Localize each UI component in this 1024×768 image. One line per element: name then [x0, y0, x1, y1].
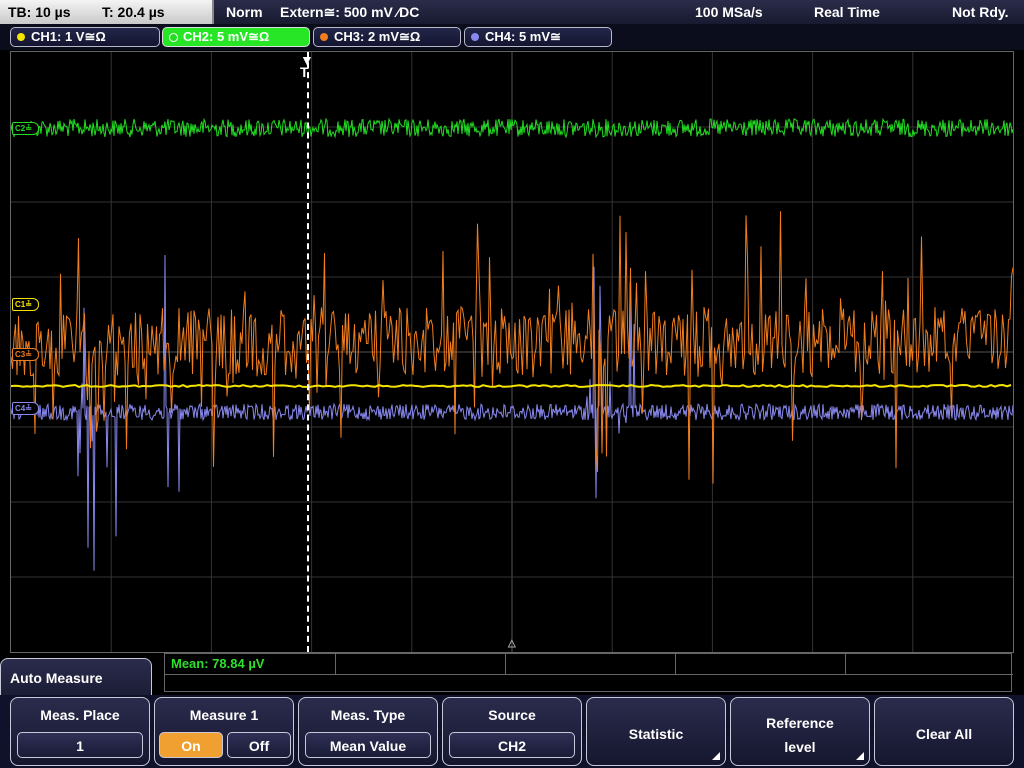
timebase-box[interactable]: TB: 10 µs T: 20.4 µs [0, 0, 214, 24]
trigger-time-label: T: 20.4 µs [102, 4, 165, 20]
meas-place-label: Meas. Place [40, 707, 120, 723]
result-cell [335, 654, 506, 674]
meas-place-softkey[interactable]: Meas. Place 1 [10, 697, 150, 766]
trigger-mode[interactable]: Norm [226, 4, 263, 20]
submenu-corner-icon [856, 752, 864, 760]
channel-tab-ch2[interactable]: CH2: 5 mV≅Ω [162, 27, 310, 47]
source-value[interactable]: CH2 [449, 732, 575, 758]
trigger-cursor[interactable] [307, 52, 309, 652]
ch2-offset-marker[interactable]: C2≟ [12, 122, 39, 135]
clear-all-softkey[interactable]: Clear All [874, 697, 1014, 766]
waveform-ch1 [11, 383, 1012, 388]
meas-type-value[interactable]: Mean Value [305, 732, 431, 758]
reference-level-softkey[interactable]: Reference level [730, 697, 870, 766]
softkey-bar: Meas. Place 1 Measure 1 On Off Meas. Typ… [0, 695, 1024, 768]
meas-type-softkey[interactable]: Meas. Type Mean Value [298, 697, 438, 766]
center-marker-icon: △ [508, 638, 516, 649]
acquisition-mode: Real Time [814, 4, 880, 20]
submenu-corner-icon [712, 752, 720, 760]
ch1-offset-marker[interactable]: C1≟ [12, 298, 39, 311]
graticule [11, 52, 1013, 652]
channel-label: CH1: 1 V≅Ω [31, 29, 106, 44]
channel-bar: CH1: 1 V≅Ω CH2: 5 mV≅Ω CH3: 2 mV≅Ω CH4: … [0, 24, 1024, 50]
statistic-softkey[interactable]: Statistic [586, 697, 726, 766]
trigger-marker-icon[interactable]: ▼ T [300, 53, 314, 79]
source-label: Source [488, 707, 536, 723]
measure1-softkey[interactable]: Measure 1 On Off [154, 697, 294, 766]
trigger-source[interactable]: Extern≅: 500 mV ⁄DC [280, 4, 419, 21]
sample-rate: 100 MSa/s [695, 4, 763, 20]
result-divider [165, 674, 1013, 675]
result-cell [675, 654, 846, 674]
measure-on-button[interactable]: On [159, 732, 223, 758]
statistic-label: Statistic [628, 726, 684, 742]
channel-tab-ch1[interactable]: CH1: 1 V≅Ω [10, 27, 160, 47]
channel-dot-icon [471, 33, 479, 41]
measure-off-button[interactable]: Off [227, 732, 291, 758]
meas-type-label: Meas. Type [330, 707, 406, 723]
status-bar: TB: 10 µs T: 20.4 µs Norm Extern≅: 500 m… [0, 0, 1024, 24]
level-label: level [784, 739, 816, 755]
result-cell [505, 654, 676, 674]
channel-tab-ch3[interactable]: CH3: 2 mV≅Ω [313, 27, 461, 47]
meas-place-value[interactable]: 1 [17, 732, 143, 758]
source-softkey[interactable]: Source CH2 [442, 697, 582, 766]
channel-dot-icon [320, 33, 328, 41]
measure1-label: Measure 1 [189, 707, 259, 723]
reference-label: Reference [766, 715, 834, 731]
measurement-results: Mean: 78.84 µV [164, 653, 1013, 692]
channel-label: CH4: 5 mV≅ [485, 29, 561, 44]
timebase-label: TB: 10 µs [8, 4, 71, 20]
waveform-canvas [11, 52, 1013, 652]
ch4-offset-marker[interactable]: C4≟ [12, 402, 39, 415]
mean-readout: Mean: 78.84 µV [171, 656, 265, 671]
acquisition-status: Not Rdy. [952, 4, 1009, 20]
channel-dot-icon [169, 33, 178, 42]
channel-label: CH3: 2 mV≅Ω [334, 29, 421, 44]
clear-all-label: Clear All [915, 726, 973, 742]
channel-tab-ch4[interactable]: CH4: 5 mV≅ [464, 27, 612, 47]
channel-dot-icon [17, 33, 25, 41]
ch3-offset-marker[interactable]: C3≟ [12, 348, 39, 361]
auto-measure-tab[interactable]: Auto Measure [0, 658, 152, 698]
channel-label: CH2: 5 mV≅Ω [183, 29, 270, 44]
waveform-display[interactable]: ▼ T C2≟ C1≟ C3≟ C4≟ △ [10, 51, 1014, 653]
